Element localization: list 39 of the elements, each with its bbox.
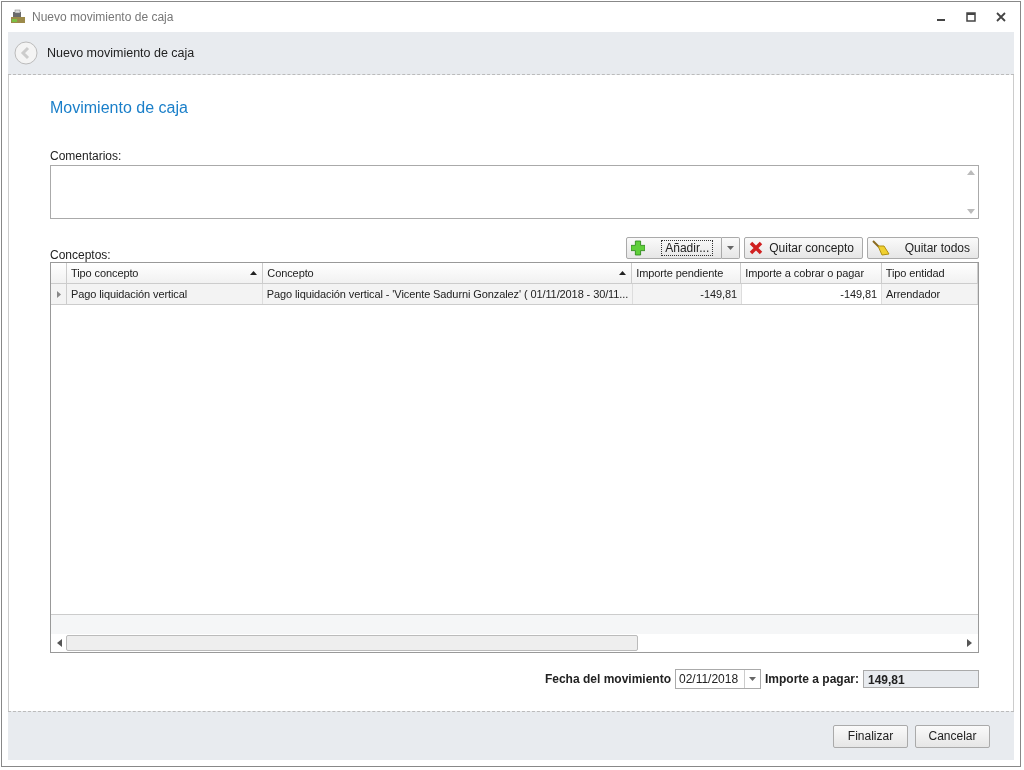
column-header[interactable]: Tipo entidad [881, 263, 978, 283]
cash-register-icon [10, 9, 26, 25]
sort-ascending-icon [250, 271, 258, 275]
caret-icon [727, 246, 735, 250]
broom-icon [872, 240, 890, 256]
amount-label: Importe a pagar: [764, 672, 859, 686]
close-icon[interactable] [996, 12, 1006, 22]
header-title: Nuevo movimiento de caja [47, 46, 195, 60]
caret-icon [748, 677, 756, 681]
table-cell: -149,81 [633, 284, 742, 304]
date-field[interactable]: 02/11/2018 [674, 669, 761, 689]
x-icon [749, 241, 764, 255]
scroll-left-icon[interactable] [57, 639, 62, 647]
maximize-icon[interactable] [966, 12, 976, 22]
column-header[interactable]: Importe a cobrar o pagar [741, 263, 882, 283]
table-cell: Arrendador [881, 284, 978, 304]
column-header[interactable]: Tipo concepto [67, 263, 264, 283]
row-indicator-icon [56, 290, 61, 298]
table-cell: Pago liquidación vertical [67, 284, 263, 304]
footer-button[interactable]: Cancelar [915, 724, 990, 748]
window-title: Nuevo movimiento de caja [32, 10, 174, 24]
table-cell: -149,81 [741, 284, 882, 304]
footer-button[interactable]: Finalizar [833, 724, 908, 748]
clear-all-button[interactable]: Quitar todos [867, 237, 979, 259]
scroll-thumb[interactable] [66, 635, 638, 651]
add-button[interactable]: Añadir... [626, 237, 723, 259]
column-header[interactable]: Importe pendiente [632, 263, 742, 283]
section-title: Movimiento de caja [50, 99, 189, 117]
table-cell: Pago liquidación vertical - 'Vicente Sadurni Gonzalez' ( 01/11/2018 - 30/11... [262, 284, 634, 304]
plus-icon [631, 240, 646, 256]
column-header[interactable]: Concepto [263, 263, 633, 283]
remove-button[interactable]: Quitar concepto [744, 237, 863, 259]
sort-ascending-icon [619, 271, 627, 275]
amount-field: 149,81 [863, 670, 979, 688]
comments-label: Comentarios: [50, 149, 123, 163]
concepts-label: Conceptos: [50, 248, 111, 262]
dropdown-button[interactable] [722, 237, 741, 259]
scroll-right-icon[interactable] [967, 639, 972, 647]
date-label: Fecha del movimiento [544, 672, 671, 686]
